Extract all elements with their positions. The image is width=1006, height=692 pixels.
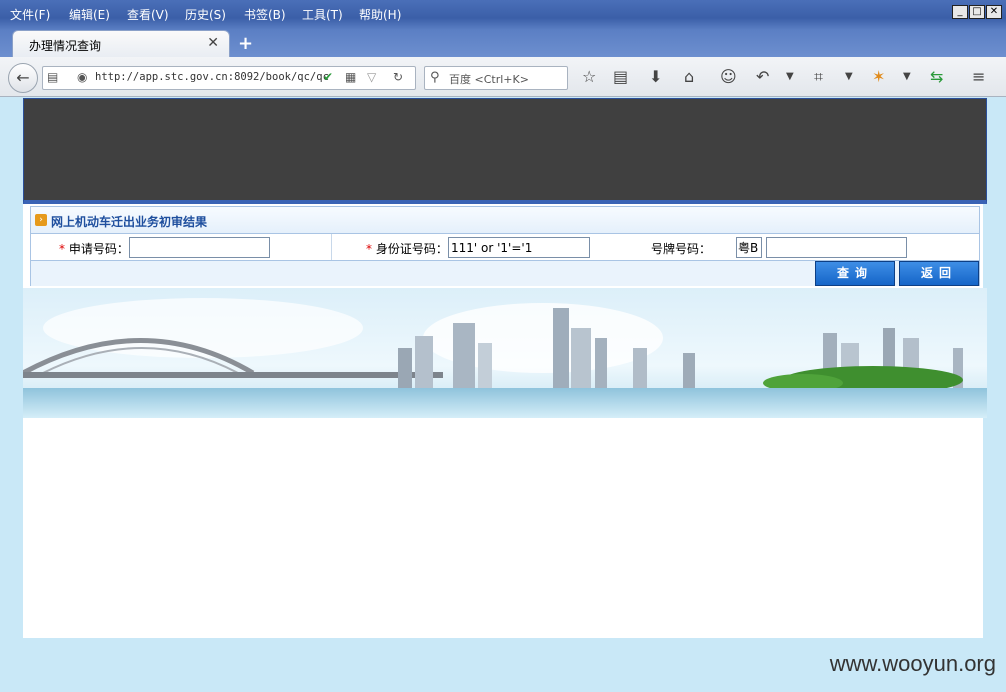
minimize-icon[interactable]: _: [952, 5, 968, 19]
close-icon[interactable]: ✕: [986, 5, 1002, 19]
menu-bookmarks[interactable]: 书签(B): [244, 6, 286, 23]
menu-edit[interactable]: 编辑(E): [69, 6, 110, 23]
menu-tools[interactable]: 工具(T): [302, 6, 343, 23]
query-form: › 网上机动车迁出业务初审结果 * 申请号码： * 身份证号码： 号牌号码： 查…: [30, 206, 980, 286]
menu-history[interactable]: 历史(S): [185, 6, 226, 23]
plate-label: 号牌号码：: [651, 242, 712, 256]
form-header: › 网上机动车迁出业务初审结果: [31, 207, 979, 234]
undo-icon[interactable]: ↶: [756, 67, 769, 86]
page-content: › 网上机动车迁出业务初审结果 * 申请号码： * 身份证号码： 号牌号码： 查…: [23, 98, 987, 638]
new-tab-icon[interactable]: +: [238, 33, 253, 54]
menu-file[interactable]: 文件(F): [10, 6, 50, 23]
arrow-right-icon: ›: [35, 214, 47, 226]
back-arrow-icon[interactable]: ←: [8, 63, 38, 93]
download-icon[interactable]: ⬇: [649, 67, 662, 86]
globe-icon: ◉: [77, 70, 88, 84]
menu-help[interactable]: 帮助(H): [359, 6, 401, 23]
reading-list-icon[interactable]: ▤: [613, 67, 628, 86]
tab-title: 办理情况查询: [29, 39, 102, 53]
menu-view[interactable]: 查看(V): [127, 6, 169, 23]
crop-menu-icon[interactable]: ▼: [845, 71, 853, 82]
apply-no-label: * 申请号码：: [59, 242, 129, 256]
back-button[interactable]: 返回: [899, 261, 979, 286]
plate-prefix-select[interactable]: [736, 237, 762, 258]
dropdown-icon[interactable]: ▽: [367, 70, 376, 84]
form-title: 网上机动车迁出业务初审结果: [51, 215, 208, 229]
watermark-text: www.wooyun.org: [829, 651, 996, 676]
hamburger-menu-icon[interactable]: ≡: [972, 67, 985, 86]
tab-strip: 办理情况查询 ✕ +: [0, 30, 1006, 57]
home-icon[interactable]: ⌂: [684, 67, 694, 86]
search-placeholder: 百度 <Ctrl+K>: [449, 73, 529, 86]
bookmark-star-icon[interactable]: ☆: [582, 67, 596, 86]
shield-icon[interactable]: ✔: [323, 70, 333, 84]
city-skyline-image: [23, 288, 987, 418]
addon-menu-icon[interactable]: ▼: [903, 71, 911, 82]
form-buttons-row: 查询 返回: [31, 261, 979, 286]
tab-close-icon[interactable]: ✕: [207, 35, 219, 51]
column-divider: [331, 234, 332, 260]
tab-current[interactable]: 办理情况查询 ✕: [12, 30, 230, 57]
page-info-icon[interactable]: ▤: [47, 70, 58, 84]
url-bar[interactable]: ▤ ◉ http://app.stc.gov.cn:8092/book/qc/q…: [42, 66, 416, 90]
apply-no-input[interactable]: [129, 237, 270, 258]
crop-icon[interactable]: ⌗: [814, 67, 823, 87]
id-no-input[interactable]: [448, 237, 590, 258]
emoji-icon[interactable]: ☺: [720, 67, 737, 86]
nav-toolbar: ← ▤ ◉ http://app.stc.gov.cn:8092/book/qc…: [0, 57, 1006, 97]
window-controls: _ □ ✕: [952, 5, 1002, 19]
reload-icon[interactable]: ↻: [393, 70, 403, 84]
undo-menu-icon[interactable]: ▼: [786, 71, 794, 82]
form-fields-row: * 申请号码： * 身份证号码： 号牌号码：: [31, 234, 979, 261]
header-banner: [23, 98, 987, 204]
search-icon: ⚲: [430, 70, 440, 85]
menu-bar: 文件(F) 编辑(E) 查看(V) 历史(S) 书签(B) 工具(T) 帮助(H…: [0, 0, 1006, 30]
plate-no-input[interactable]: [766, 237, 907, 258]
qr-code-icon[interactable]: ▦: [345, 70, 356, 84]
id-no-label: * 身份证号码：: [366, 242, 448, 256]
url-text[interactable]: http://app.stc.gov.cn:8092/book/qc/qc: [95, 71, 329, 83]
maximize-icon[interactable]: □: [969, 5, 985, 19]
search-bar[interactable]: ⚲ 百度 <Ctrl+K>: [424, 66, 568, 90]
sync-icon[interactable]: ⇆: [930, 67, 943, 86]
addon-icon[interactable]: ✶: [872, 67, 885, 86]
query-button[interactable]: 查询: [815, 261, 895, 286]
